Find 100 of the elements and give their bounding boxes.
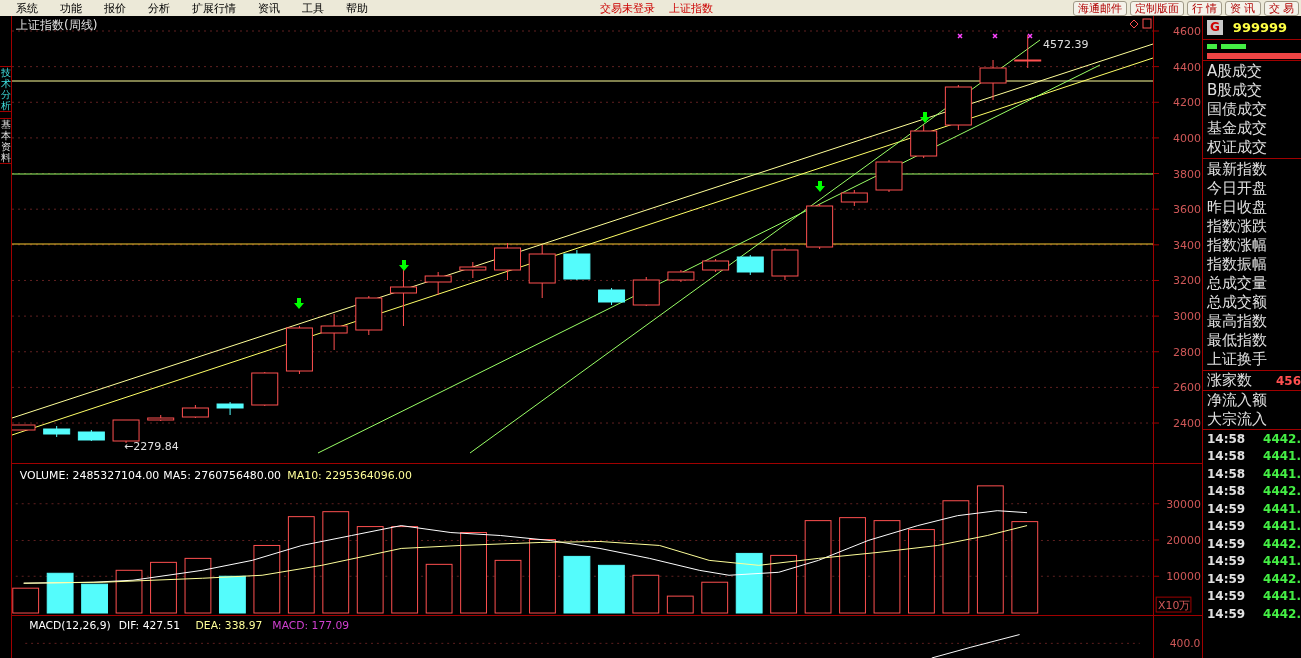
- chart-title: 上证指数(周线): [16, 18, 98, 32]
- field-label: 最高指数: [1207, 312, 1268, 331]
- toolbar-button[interactable]: 资 讯: [1225, 0, 1261, 16]
- legend-text: MACD: 177.09: [272, 618, 350, 632]
- field-label: 国债成交: [1207, 100, 1268, 119]
- tick-price: 4442.: [1263, 570, 1301, 588]
- price-axis-label: 3800: [1173, 167, 1201, 181]
- down-arrow-icon: [294, 298, 304, 309]
- candlestick: [147, 414, 175, 422]
- volume-bar: [219, 575, 246, 614]
- field-label: 总成交量: [1207, 274, 1268, 293]
- volume-bar: [81, 583, 108, 614]
- down-arrow-icon: [920, 112, 930, 123]
- tick-price: 4441.: [1263, 588, 1301, 606]
- price-axis-label: 4400: [1173, 60, 1201, 74]
- cross-mark-icon: [957, 33, 963, 39]
- volume-axis-label: 30000: [1166, 497, 1201, 511]
- tick-time: 14:59: [1207, 535, 1246, 553]
- field-label: A股成交: [1207, 62, 1264, 81]
- tick-time: 14:59: [1207, 553, 1246, 571]
- price-axis-label: 2600: [1173, 381, 1201, 395]
- menu-item[interactable]: 帮助: [346, 2, 368, 14]
- price-axis-label: 3600: [1173, 203, 1201, 217]
- menu-item[interactable]: 报价: [104, 2, 126, 14]
- legend-text: DIF: 427.51: [118, 618, 181, 632]
- tick-time: 14:59: [1207, 588, 1246, 606]
- volume-bar: [115, 569, 143, 614]
- volume-bar: [425, 563, 453, 614]
- field-label: 权证成交: [1207, 138, 1268, 157]
- tick-price: 4442.: [1263, 535, 1301, 553]
- field-label: 总成交额: [1207, 293, 1268, 312]
- price-axis-label: 3200: [1173, 274, 1201, 288]
- tick-time: 14:59: [1207, 605, 1246, 623]
- legend-text: DEA: 338.97: [195, 618, 263, 632]
- volume-bar: [494, 559, 522, 614]
- candlestick: [528, 244, 556, 299]
- price-axis-label: 4600: [1173, 25, 1201, 38]
- tick-price: 4441.: [1263, 448, 1301, 466]
- menu-item[interactable]: 功能: [60, 2, 82, 14]
- candlestick: [840, 189, 868, 207]
- volume-bar: [666, 595, 694, 614]
- menu-item[interactable]: 资讯: [258, 2, 280, 14]
- volume-bar: [632, 574, 660, 614]
- candlestick: [1014, 34, 1042, 69]
- legend-text: MA10: 2295364096.00: [287, 468, 412, 482]
- field-label: 大宗流入: [1207, 410, 1268, 429]
- menu-item[interactable]: 工具: [302, 2, 324, 14]
- candlestick: [459, 261, 487, 279]
- macd-axis-label: 400.0: [1169, 637, 1201, 651]
- tick-price: 4442.: [1263, 483, 1301, 501]
- candlestick: [216, 401, 244, 416]
- menu-item[interactable]: 系统: [16, 2, 38, 14]
- volume-bar: [184, 557, 212, 614]
- stock-code: 999999: [1232, 18, 1288, 37]
- field-label: B股成交: [1207, 81, 1264, 100]
- diamond-icon: [1129, 19, 1139, 29]
- tick-time: 14:58: [1207, 430, 1246, 448]
- candlestick: [77, 429, 105, 442]
- candlestick: [355, 295, 383, 336]
- tick-time: 14:59: [1207, 500, 1246, 518]
- side-tab[interactable]: 基本资料: [0, 118, 12, 164]
- candlestick: [320, 313, 348, 351]
- low-price-label: ←2279.84: [124, 440, 179, 453]
- volume-bar: [701, 581, 729, 614]
- toolbar-button[interactable]: 海通邮件: [1072, 0, 1127, 16]
- market-badge: G: [1207, 20, 1223, 35]
- field-label: 涨家数: [1207, 371, 1252, 390]
- volume-bar: [46, 572, 74, 614]
- menu-item[interactable]: 扩展行情: [192, 2, 236, 14]
- candlestick: [390, 269, 417, 327]
- candlestick: [43, 425, 71, 438]
- price-axis-label: 3000: [1173, 310, 1201, 324]
- candlestick: [285, 325, 313, 375]
- volume-bar: [770, 554, 798, 614]
- candlestick: [875, 159, 903, 193]
- candlestick: [12, 424, 36, 431]
- field-label: 基金成交: [1207, 119, 1268, 138]
- tick-time: 14:59: [1207, 570, 1246, 588]
- field-label: 今日开盘: [1207, 179, 1268, 198]
- toolbar-button[interactable]: 交 易: [1263, 0, 1299, 16]
- status-text: 上证指数: [669, 2, 713, 14]
- tick-time: 14:58: [1207, 465, 1246, 483]
- tick-time: 14:58: [1207, 448, 1246, 466]
- tick-price: 4441.: [1263, 500, 1301, 518]
- down-arrow-icon: [815, 181, 825, 192]
- tick-time: 14:58: [1207, 483, 1246, 501]
- field-label: 指数涨幅: [1207, 236, 1268, 255]
- advancers-value: 456: [1275, 372, 1301, 390]
- field-label: 指数振幅: [1207, 255, 1268, 274]
- candlestick: [979, 59, 1007, 101]
- price-axis-label: 4000: [1173, 131, 1201, 145]
- side-tab[interactable]: 技术分析: [0, 66, 12, 112]
- field-label: 昨日收盘: [1207, 198, 1268, 217]
- legend-text: VOLUME: 2485327104.00: [19, 468, 160, 482]
- candlestick: [910, 124, 938, 159]
- volume-axis-label: 20000: [1166, 533, 1201, 547]
- volume-bar: [735, 552, 763, 614]
- toolbar-button[interactable]: 行 情: [1186, 0, 1222, 16]
- toolbar-button[interactable]: 定制版面: [1129, 0, 1184, 16]
- menu-item[interactable]: 分析: [148, 2, 170, 14]
